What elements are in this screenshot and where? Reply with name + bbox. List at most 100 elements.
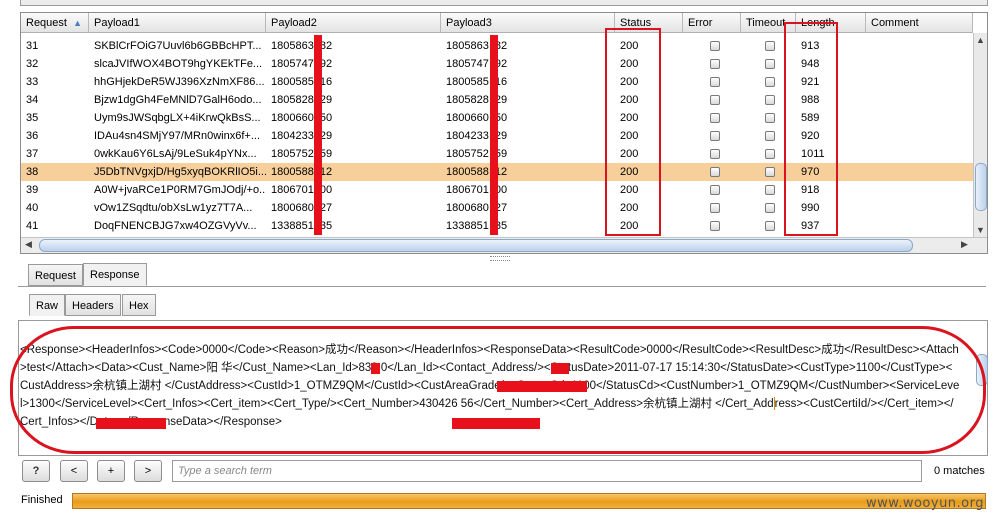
status-label: Finished bbox=[21, 494, 63, 506]
redaction-bar bbox=[490, 35, 498, 235]
column-header-label: Comment bbox=[871, 17, 919, 29]
cell-payload3: 1800680 27 bbox=[446, 202, 508, 214]
error-checkbox[interactable] bbox=[710, 167, 720, 177]
error-checkbox[interactable] bbox=[710, 77, 720, 87]
timeout-checkbox[interactable] bbox=[765, 95, 775, 105]
column-header-label: Error bbox=[688, 17, 713, 29]
next-match-button[interactable]: > bbox=[134, 460, 162, 482]
cell-payload3: 1805752 59 bbox=[446, 148, 508, 160]
cell-payload1: vOw1ZSqdtu/obXsLw1yz7T7A... bbox=[94, 202, 253, 214]
timeout-checkbox[interactable] bbox=[765, 185, 775, 195]
top-pane-edge bbox=[20, 0, 988, 6]
error-checkbox[interactable] bbox=[710, 149, 720, 159]
timeout-checkbox[interactable] bbox=[765, 203, 775, 213]
cell-payload1: Uym9sJWSqbgLX+4iKrwQkBsS... bbox=[94, 112, 261, 124]
cell-payload3: 1805747 92 bbox=[446, 58, 508, 70]
cell-payload2: 1804233 29 bbox=[271, 130, 333, 142]
cell-payload2: 1805747 92 bbox=[271, 58, 333, 70]
horizontal-scroll-thumb[interactable] bbox=[39, 239, 913, 252]
cell-payload1: J5DbTNVgxjD/Hg5xyqBOKRlIO5i... bbox=[94, 166, 266, 178]
error-checkbox[interactable] bbox=[710, 41, 720, 51]
cell-payload3: 1338851 35 bbox=[446, 220, 508, 232]
cell-request: 39 bbox=[26, 184, 39, 196]
timeout-checkbox[interactable] bbox=[765, 149, 775, 159]
tab-headers[interactable]: Headers bbox=[65, 294, 121, 316]
scroll-right-icon[interactable]: ▶ bbox=[961, 239, 968, 250]
scroll-up-icon[interactable]: ▲ bbox=[976, 35, 985, 45]
cell-payload1: SKBlCrFOiG7Uuvl6b6GBBcHPT... bbox=[94, 40, 262, 52]
cell-request: 34 bbox=[26, 94, 39, 106]
tab-response[interactable]: Response bbox=[83, 263, 147, 286]
cell-payload1: A0W+jvaRCe1P0RM7GmJOdj/+o... bbox=[94, 184, 266, 196]
timeout-checkbox[interactable] bbox=[765, 131, 775, 141]
cell-payload1: 0wkKau6Y6LsAj/9LeSuk4pYNx... bbox=[94, 148, 257, 160]
timeout-checkbox[interactable] bbox=[765, 41, 775, 51]
column-header-payload2[interactable]: Payload2 bbox=[266, 13, 441, 33]
cell-payload3: 1806701 00 bbox=[446, 184, 508, 196]
help-button[interactable]: ? bbox=[22, 460, 50, 482]
cell-comment bbox=[866, 91, 973, 109]
column-header-error[interactable]: Error bbox=[683, 13, 741, 33]
cell-comment bbox=[866, 109, 973, 127]
cell-comment bbox=[866, 217, 973, 235]
cell-request: 36 bbox=[26, 130, 39, 142]
cell-payload3: 1805828 29 bbox=[446, 94, 508, 106]
scroll-left-icon[interactable]: ◀ bbox=[25, 239, 32, 250]
cell-request: 33 bbox=[26, 76, 39, 88]
tab-request[interactable]: Request bbox=[28, 264, 83, 286]
add-button[interactable]: + bbox=[97, 460, 125, 482]
match-count: 0 matches bbox=[934, 465, 985, 477]
tab-hex[interactable]: Hex bbox=[122, 294, 156, 316]
timeout-checkbox[interactable] bbox=[765, 221, 775, 231]
status-column-highlight bbox=[605, 28, 661, 236]
cell-payload2: 1805828 29 bbox=[271, 94, 333, 106]
cell-payload2: 1805752 59 bbox=[271, 148, 333, 160]
results-table[interactable]: Request ▲ Payload1 Payload2 Payload3 Status Er… bbox=[20, 12, 988, 254]
column-header-payload1[interactable]: Payload1 bbox=[89, 13, 266, 33]
column-header-label: Payload3 bbox=[446, 17, 492, 29]
previous-match-button[interactable]: < bbox=[60, 460, 88, 482]
tab-divider bbox=[18, 286, 986, 287]
search-input[interactable] bbox=[172, 460, 922, 482]
error-checkbox[interactable] bbox=[710, 113, 720, 123]
column-header-payload3[interactable]: Payload3 bbox=[441, 13, 615, 33]
cell-payload2: 1800585 16 bbox=[271, 76, 333, 88]
timeout-checkbox[interactable] bbox=[765, 167, 775, 177]
cell-comment bbox=[866, 73, 973, 91]
cell-request: 31 bbox=[26, 40, 39, 52]
cell-payload1: slcaJVIfWOX4BOT9hgYKEkTFe... bbox=[94, 58, 263, 70]
cell-payload3: 1800588 12 bbox=[446, 166, 508, 178]
cell-payload1: IDAu4sn4SMjY97/MRn0winx6f+... bbox=[94, 130, 260, 142]
column-header-request[interactable]: Request ▲ bbox=[21, 13, 89, 33]
column-header-comment[interactable]: Comment bbox=[866, 13, 973, 33]
scroll-down-icon[interactable]: ▼ bbox=[976, 225, 985, 235]
timeout-checkbox[interactable] bbox=[765, 77, 775, 87]
cell-request: 41 bbox=[26, 220, 39, 232]
error-checkbox[interactable] bbox=[710, 221, 720, 231]
sort-ascending-icon: ▲ bbox=[73, 18, 82, 28]
vertical-scroll-thumb[interactable] bbox=[975, 163, 987, 211]
tab-raw[interactable]: Raw bbox=[29, 294, 66, 316]
error-checkbox[interactable] bbox=[710, 185, 720, 195]
error-checkbox[interactable] bbox=[710, 59, 720, 69]
column-header-label: Request bbox=[26, 17, 67, 29]
error-checkbox[interactable] bbox=[710, 131, 720, 141]
splitter-grip[interactable] bbox=[490, 256, 510, 261]
cell-comment bbox=[866, 181, 973, 199]
cell-comment bbox=[866, 55, 973, 73]
column-header-label: Payload2 bbox=[271, 17, 317, 29]
response-highlight-ellipse bbox=[10, 326, 986, 454]
cell-request: 38 bbox=[26, 166, 39, 178]
cell-request: 35 bbox=[26, 112, 39, 124]
plus-icon: + bbox=[107, 465, 115, 477]
cell-payload2: 1800660 50 bbox=[271, 112, 333, 124]
cell-payload2: 1806701 00 bbox=[271, 184, 333, 196]
error-checkbox[interactable] bbox=[710, 203, 720, 213]
timeout-checkbox[interactable] bbox=[765, 113, 775, 123]
cell-payload1: Bjzw1dgGh4FeMNlD7GalH6odo... bbox=[94, 94, 262, 106]
timeout-checkbox[interactable] bbox=[765, 59, 775, 69]
error-checkbox[interactable] bbox=[710, 95, 720, 105]
cell-payload2: 1805863 82 bbox=[271, 40, 333, 52]
cell-comment bbox=[866, 163, 973, 181]
cell-comment bbox=[866, 199, 973, 217]
